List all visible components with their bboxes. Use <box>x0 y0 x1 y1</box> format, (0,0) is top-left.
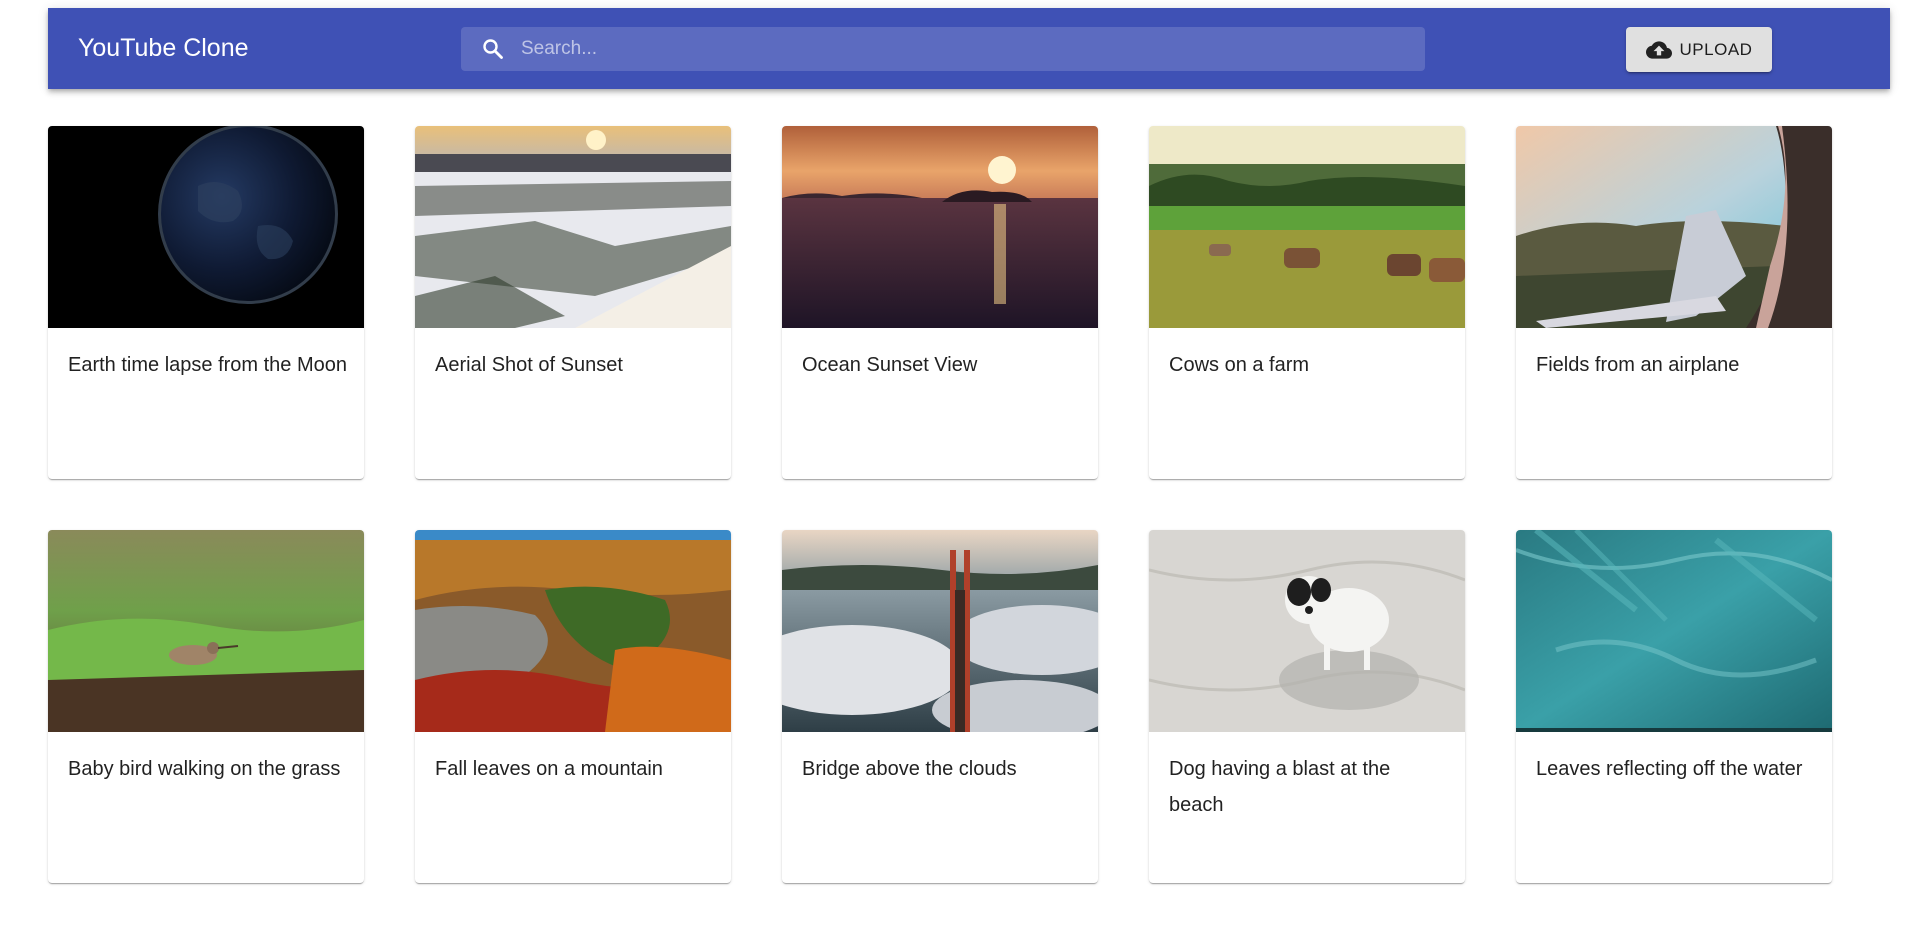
video-card[interactable]: Bridge above the clouds <box>782 530 1098 883</box>
cows-farm-thumbnail-image <box>1149 126 1465 328</box>
video-thumbnail[interactable] <box>415 530 731 732</box>
video-title[interactable]: Fields from an airplane <box>1536 347 1816 383</box>
video-thumbnail[interactable] <box>782 530 1098 732</box>
video-title[interactable]: Aerial Shot of Sunset <box>435 347 715 383</box>
upload-button[interactable]: UPLOAD <box>1626 27 1772 72</box>
ocean-sunset-thumbnail-image <box>782 126 1098 328</box>
video-title[interactable]: Ocean Sunset View <box>802 347 1082 383</box>
autumn-mountain-thumbnail-image <box>415 530 731 732</box>
video-thumbnail[interactable] <box>1516 126 1832 328</box>
video-card[interactable]: Fall leaves on a mountain <box>415 530 731 883</box>
snowy-sunset-thumbnail-image <box>415 126 731 328</box>
video-thumbnail[interactable] <box>1149 126 1465 328</box>
video-thumbnail[interactable] <box>782 126 1098 328</box>
video-card[interactable]: Leaves reflecting off the water <box>1516 530 1832 883</box>
video-title[interactable]: Bridge above the clouds <box>802 751 1082 787</box>
video-card[interactable]: Fields from an airplane <box>1516 126 1832 479</box>
cloud-upload-icon <box>1645 40 1672 59</box>
search-box[interactable] <box>461 27 1425 71</box>
video-title[interactable]: Cows on a farm <box>1169 347 1449 383</box>
app-title[interactable]: YouTube Clone <box>78 8 249 89</box>
video-thumbnail[interactable] <box>415 126 731 328</box>
video-title[interactable]: Earth time lapse from the Moon <box>68 347 348 383</box>
video-title[interactable]: Leaves reflecting off the water <box>1536 751 1816 787</box>
video-title[interactable]: Fall leaves on a mountain <box>435 751 715 787</box>
video-card[interactable]: Ocean Sunset View <box>782 126 1098 479</box>
video-thumbnail[interactable] <box>1516 530 1832 732</box>
upload-button-label: UPLOAD <box>1679 39 1753 59</box>
earth-thumbnail-image <box>48 126 364 328</box>
bird-grass-thumbnail-image <box>48 530 364 732</box>
bridge-clouds-thumbnail-image <box>782 530 1098 732</box>
video-thumbnail[interactable] <box>48 530 364 732</box>
video-thumbnail[interactable] <box>1149 530 1465 732</box>
video-thumbnail[interactable] <box>48 126 364 328</box>
video-title[interactable]: Baby bird walking on the grass <box>68 751 348 787</box>
video-card[interactable]: Aerial Shot of Sunset <box>415 126 731 479</box>
app-bar: YouTube Clone UPLOAD <box>48 8 1890 89</box>
dog-beach-thumbnail-image <box>1149 530 1465 732</box>
video-card[interactable]: Earth time lapse from the Moon <box>48 126 364 479</box>
search-input[interactable] <box>521 27 1401 71</box>
palm-water-thumbnail-image <box>1516 530 1832 732</box>
video-card[interactable]: Baby bird walking on the grass <box>48 530 364 883</box>
video-title[interactable]: Dog having a blast at the beach <box>1169 751 1449 823</box>
video-card[interactable]: Dog having a blast at the beach <box>1149 530 1465 883</box>
search-icon <box>483 39 503 59</box>
video-card[interactable]: Cows on a farm <box>1149 126 1465 479</box>
airplane-wing-thumbnail-image <box>1516 126 1832 328</box>
